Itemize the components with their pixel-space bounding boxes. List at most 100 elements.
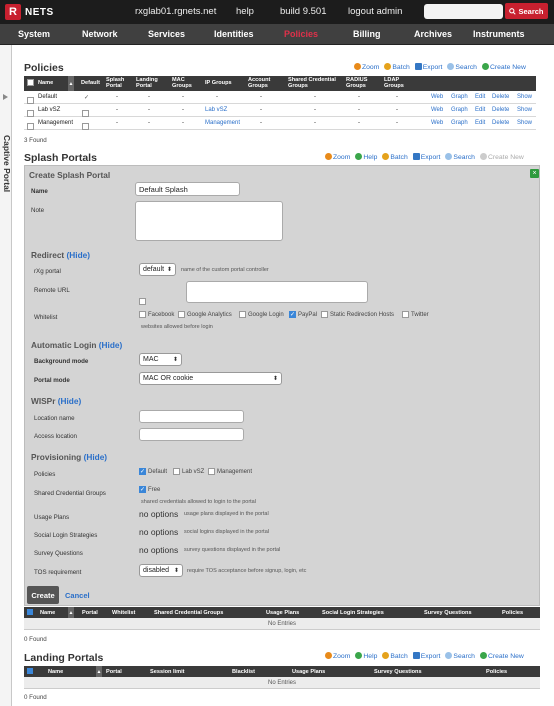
whitelist-twitter[interactable]: Twitter — [402, 311, 429, 318]
col-shared-credential-groups[interactable]: Shared Credential Groups — [288, 77, 346, 89]
menu-system[interactable]: System — [18, 29, 50, 39]
menu-network[interactable]: Network — [82, 29, 118, 39]
logout-link[interactable]: logout admin — [348, 6, 402, 17]
background-mode-select[interactable]: MAC ⬍ — [139, 353, 182, 366]
web-link[interactable]: Web — [431, 107, 443, 113]
menu-policies[interactable]: Policies — [284, 29, 318, 39]
help-action[interactable]: Help — [355, 652, 377, 660]
web-link[interactable]: Web — [431, 94, 443, 100]
checkbox-checked[interactable]: ✓ — [139, 486, 146, 493]
batch-action[interactable]: Batch — [384, 63, 410, 71]
menu-archives[interactable]: Archives — [414, 29, 452, 39]
help-action[interactable]: Help — [355, 153, 377, 161]
create-new-action[interactable]: Create New — [479, 652, 524, 660]
table-row[interactable]: Default ✓ - - - - - - - - Web Graph Edit… — [24, 91, 536, 104]
show-link[interactable]: Show — [517, 120, 532, 126]
checkbox-checked[interactable]: ✓ — [139, 468, 146, 475]
checkbox[interactable] — [178, 311, 185, 318]
portal-mode-select[interactable]: MAC OR cookie ⬍ — [139, 372, 282, 385]
zoom-action[interactable]: Zoom — [325, 652, 350, 660]
col-blacklist[interactable]: Blacklist — [232, 669, 255, 675]
whitelist-google-analytics[interactable]: Google Analytics — [178, 311, 232, 318]
rxg-portal-select[interactable]: default ⬍ — [139, 263, 176, 276]
col-usage-plans[interactable]: Usage Plans — [292, 669, 325, 675]
col-policies[interactable]: Policies — [486, 669, 507, 675]
batch-action[interactable]: Batch — [382, 652, 408, 660]
col-mac-groups[interactable]: MAC Groups — [172, 77, 198, 89]
build-link[interactable]: build 9.501 — [280, 6, 326, 17]
graph-link[interactable]: Graph — [451, 107, 468, 113]
table-row[interactable]: Management - - - Management - - - - Web … — [24, 117, 536, 130]
web-link[interactable]: Web — [431, 120, 443, 126]
create-button[interactable]: Create — [27, 586, 59, 604]
global-search-input[interactable] — [424, 4, 503, 19]
checkbox-checked[interactable]: ✓ — [289, 311, 296, 318]
delete-link[interactable]: Delete — [492, 94, 509, 100]
remote-url-checkbox[interactable] — [139, 298, 146, 305]
col-portal[interactable]: Portal — [106, 669, 122, 675]
search-action[interactable]: Search — [447, 63, 477, 71]
show-link[interactable]: Show — [517, 94, 532, 100]
checkbox[interactable] — [139, 311, 146, 318]
help-link[interactable]: help — [236, 6, 254, 17]
col-whitelist[interactable]: Whitelist — [112, 610, 135, 616]
automatic-login-hide-toggle[interactable]: (Hide) — [99, 340, 123, 350]
zoom-action[interactable]: Zoom — [325, 153, 350, 161]
name-field[interactable]: Default Splash — [135, 182, 240, 196]
delete-link[interactable]: Delete — [492, 107, 509, 113]
col-name[interactable]: Name — [48, 669, 63, 675]
menu-services[interactable]: Services — [148, 29, 185, 39]
note-field[interactable] — [135, 201, 283, 241]
export-action[interactable]: Export — [412, 652, 440, 660]
col-landing-portal[interactable]: Landing Portal — [136, 77, 164, 89]
export-action[interactable]: Export — [414, 63, 442, 71]
cancel-button[interactable]: Cancel — [65, 591, 90, 600]
policy-management[interactable]: Management — [208, 468, 252, 475]
whitelist-paypal[interactable]: ✓ PayPal — [289, 311, 317, 318]
logo[interactable]: R NETS — [5, 4, 69, 20]
policy-default[interactable]: ✓ Default — [139, 468, 167, 475]
checkbox[interactable] — [239, 311, 246, 318]
close-icon[interactable]: × — [530, 169, 539, 178]
col-shared-credential-groups[interactable]: Shared Credential Groups — [154, 610, 223, 616]
access-location-field[interactable] — [139, 428, 244, 441]
remote-url-field[interactable] — [186, 281, 368, 303]
col-default[interactable]: Default — [81, 80, 100, 86]
table-row[interactable]: Lab vSZ - - - Lab vSZ - - - - Web Graph … — [24, 104, 536, 117]
col-portal[interactable]: Portal — [82, 610, 98, 616]
col-splash-portal[interactable]: Splash Portal — [106, 77, 130, 89]
graph-link[interactable]: Graph — [451, 120, 468, 126]
sort-icon[interactable]: ▲ — [96, 666, 102, 677]
create-new-action[interactable]: Create New — [481, 63, 526, 71]
col-survey-questions[interactable]: Survey Questions — [374, 669, 422, 675]
location-name-field[interactable] — [139, 410, 244, 423]
edit-link[interactable]: Edit — [475, 94, 485, 100]
expand-arrow-icon[interactable] — [3, 94, 8, 100]
tos-select[interactable]: disabled ⬍ — [139, 564, 183, 577]
col-ldap-groups[interactable]: LDAP Groups — [384, 77, 412, 89]
col-usage-plans[interactable]: Usage Plans — [266, 610, 299, 616]
provisioning-hide-toggle[interactable]: (Hide) — [84, 452, 108, 462]
whitelist-facebook[interactable]: Facebook — [139, 311, 174, 318]
search-action[interactable]: Search — [445, 153, 475, 161]
col-survey-questions[interactable]: Survey Questions — [424, 610, 472, 616]
checkbox[interactable] — [173, 468, 180, 475]
sort-icon[interactable]: ▲ — [68, 76, 74, 91]
col-account-groups[interactable]: Account Groups — [248, 77, 276, 89]
menu-billing[interactable]: Billing — [353, 29, 381, 39]
ip-group-link[interactable]: Management — [205, 120, 240, 126]
menu-instruments[interactable]: Instruments — [473, 29, 525, 39]
menu-identities[interactable]: Identities — [214, 29, 254, 39]
shared-credential-free[interactable]: ✓ Free — [139, 486, 160, 493]
show-link[interactable]: Show — [517, 107, 532, 113]
wispr-hide-toggle[interactable]: (Hide) — [58, 396, 82, 406]
zoom-action[interactable]: Zoom — [354, 63, 379, 71]
col-radius-groups[interactable]: RADIUS Groups — [346, 77, 376, 89]
graph-link[interactable]: Graph — [451, 94, 468, 100]
delete-link[interactable]: Delete — [492, 120, 509, 126]
col-name[interactable]: Name — [40, 610, 55, 616]
col-social-login[interactable]: Social Login Strategies — [322, 610, 384, 616]
ip-group-link[interactable]: Lab vSZ — [205, 107, 227, 113]
whitelist-google-login[interactable]: Google Login — [239, 311, 284, 318]
col-name[interactable]: Name — [38, 80, 53, 86]
